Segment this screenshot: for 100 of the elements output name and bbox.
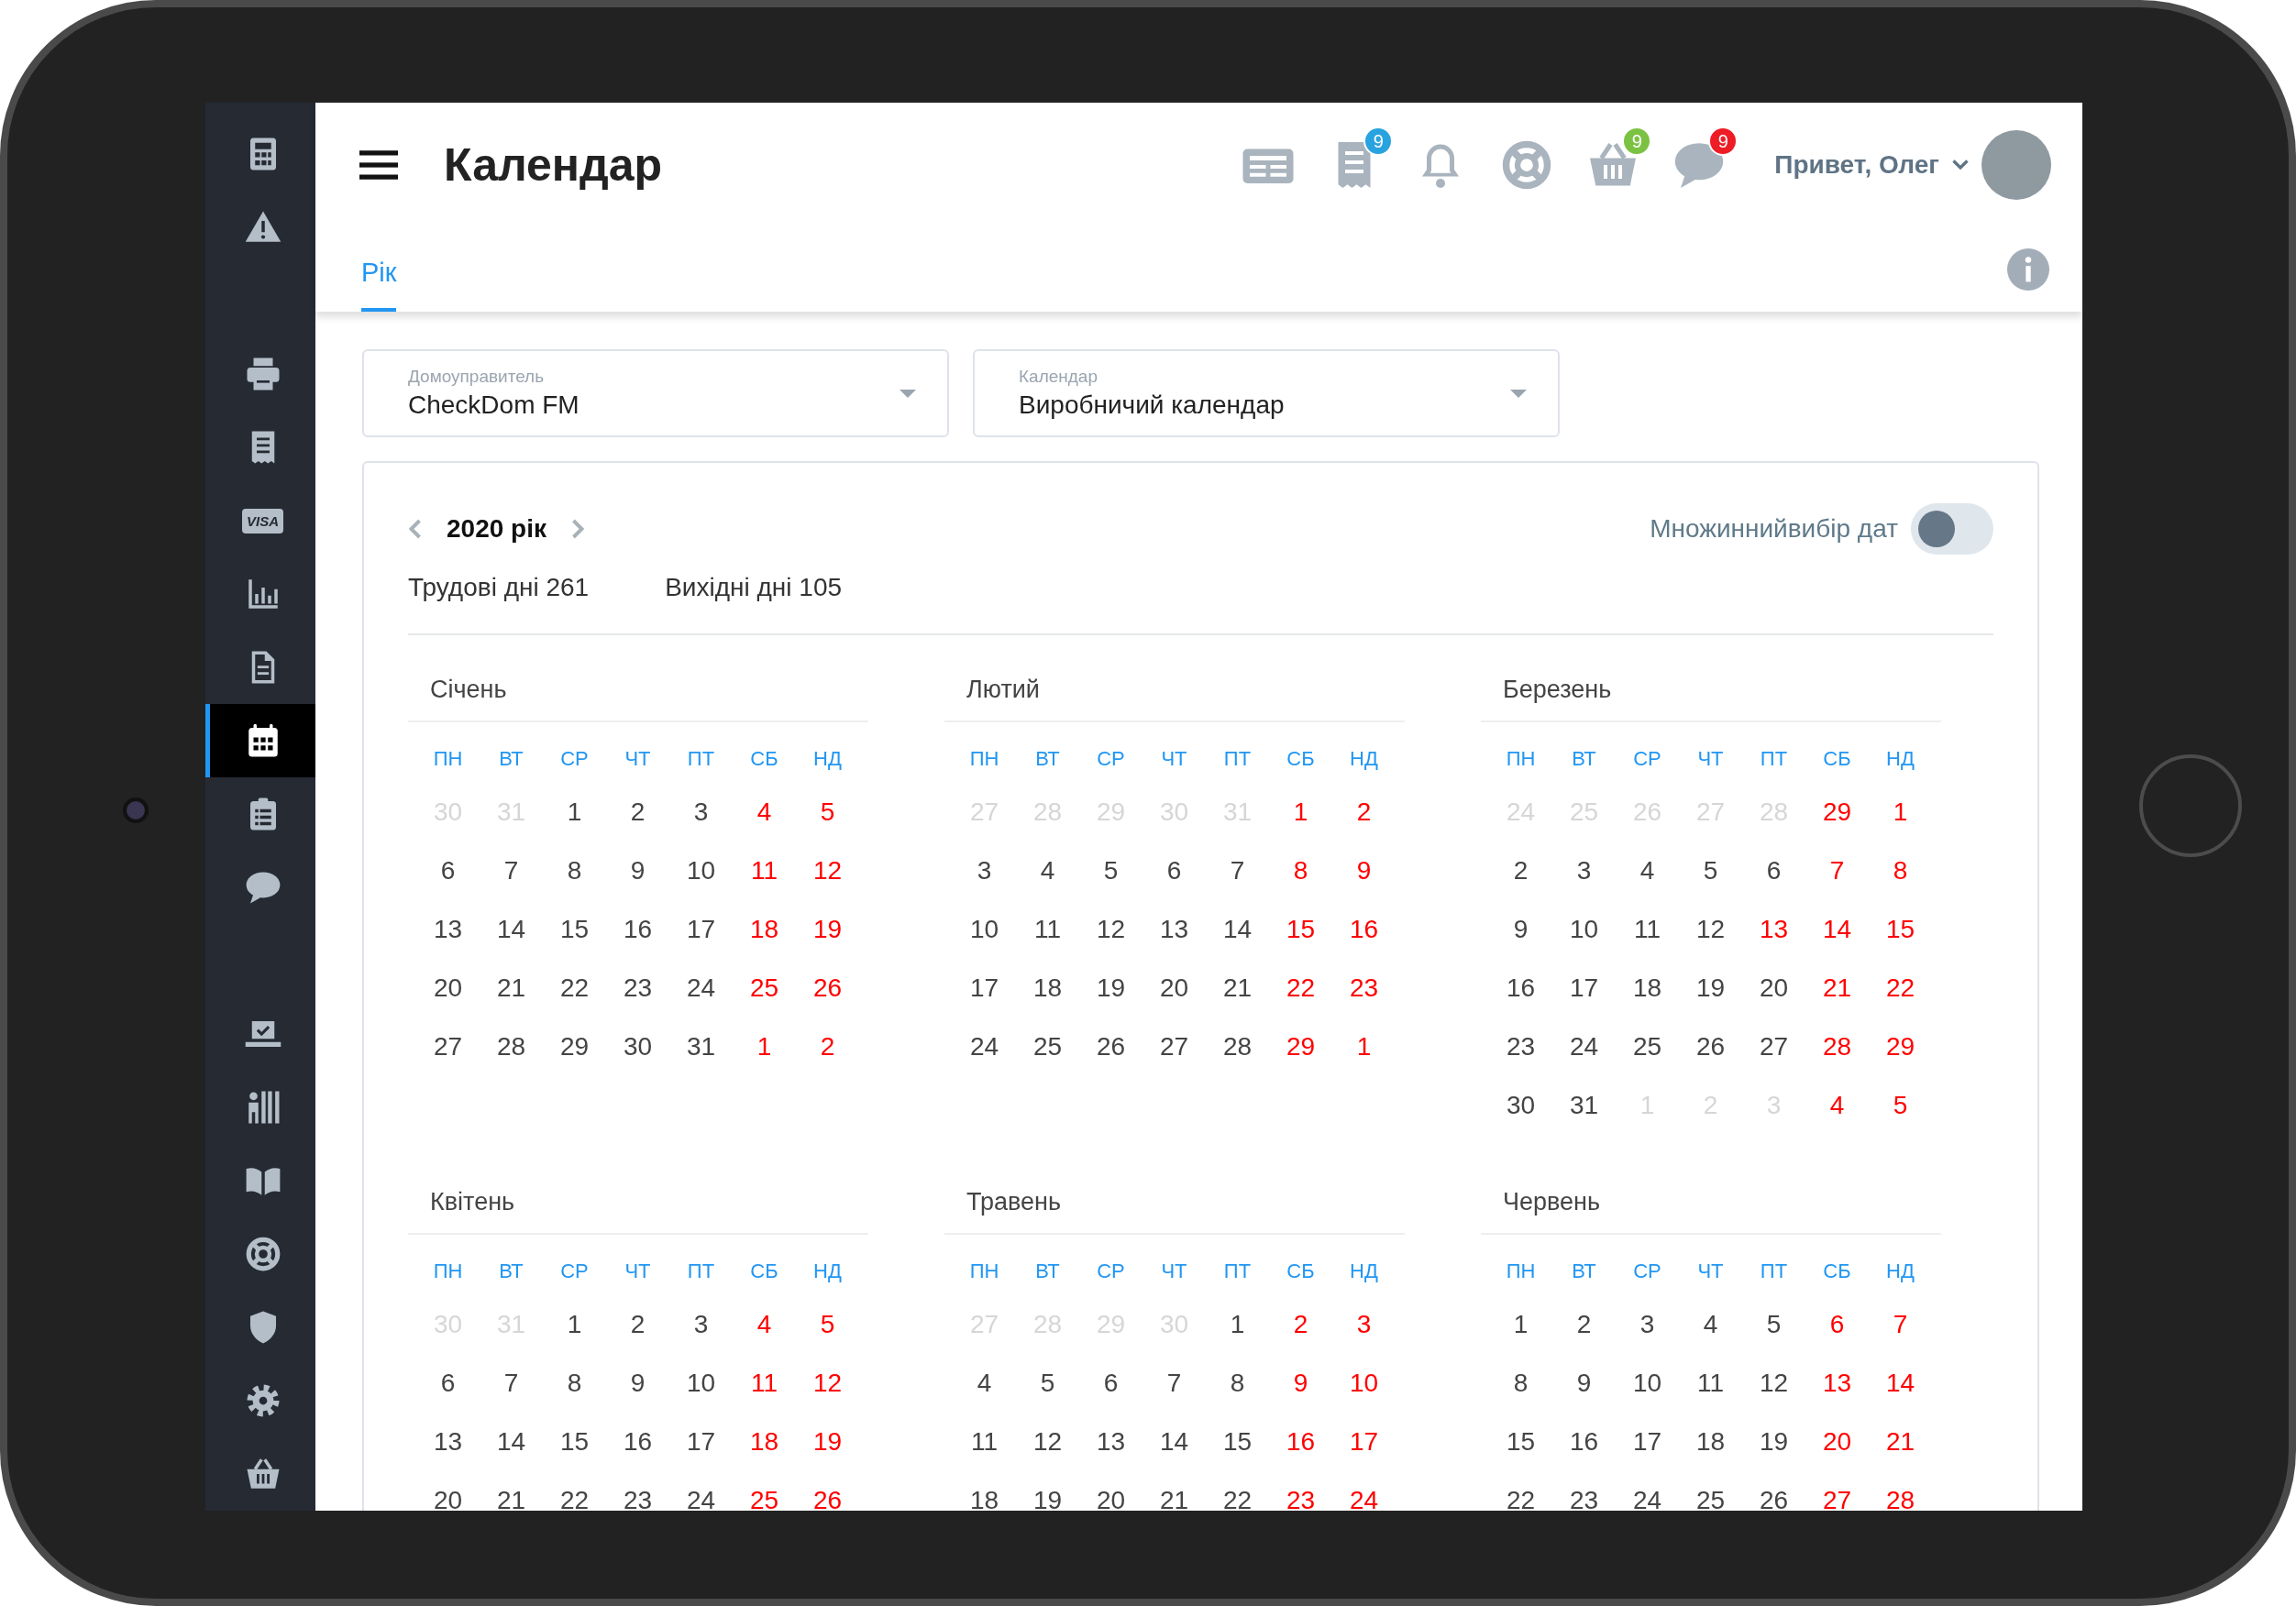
calendar-day[interactable]: 22 [543, 1471, 606, 1511]
calendar-day[interactable]: 25 [1616, 1018, 1679, 1076]
calendar-day[interactable]: 23 [606, 1471, 669, 1511]
calendar-day[interactable]: 25 [733, 959, 796, 1018]
calendar-day[interactable]: 25 [1679, 1471, 1742, 1511]
select-field[interactable]: Календар Виробничий календар [973, 349, 1560, 437]
calendar-day[interactable]: 9 [1332, 842, 1396, 900]
calendar-day[interactable]: 12 [796, 842, 859, 900]
calendar-day[interactable]: 26 [796, 959, 859, 1018]
calendar-day[interactable]: 2 [606, 783, 669, 842]
calendar-day[interactable]: 5 [1679, 842, 1742, 900]
calendar-day[interactable]: 19 [1742, 1413, 1805, 1471]
calendar-day[interactable]: 1 [1269, 783, 1332, 842]
calendar-day[interactable]: 23 [1489, 1018, 1552, 1076]
calendar-day[interactable]: 25 [733, 1471, 796, 1511]
calendar-day[interactable]: 5 [1079, 842, 1142, 900]
calendar-day[interactable]: 9 [1552, 1354, 1616, 1413]
calendar-day[interactable]: 3 [953, 842, 1016, 900]
calendar-day[interactable]: 21 [1206, 959, 1269, 1018]
calendar-day[interactable]: 11 [1016, 900, 1079, 959]
calendar-day[interactable]: 21 [480, 959, 543, 1018]
calendar-day[interactable]: 2 [1332, 783, 1396, 842]
calendar-day[interactable]: 9 [1269, 1354, 1332, 1413]
calendar-day[interactable]: 12 [1016, 1413, 1079, 1471]
user-greeting[interactable]: Привет, Олег [1774, 150, 1939, 180]
calendar-day[interactable]: 15 [1206, 1413, 1269, 1471]
calendar-day[interactable]: 14 [1805, 900, 1869, 959]
calendar-day[interactable]: 3 [1616, 1295, 1679, 1354]
calendar-day[interactable]: 11 [953, 1413, 1016, 1471]
calendar-day[interactable]: 19 [1016, 1471, 1079, 1511]
calendar-day[interactable]: 6 [1742, 842, 1805, 900]
calendar-day[interactable]: 17 [669, 1413, 733, 1471]
calendar-day[interactable]: 10 [1552, 900, 1616, 959]
calendar-day[interactable]: 31 [669, 1018, 733, 1076]
calendar-day[interactable]: 8 [1206, 1354, 1269, 1413]
calendar-day[interactable]: 27 [1142, 1018, 1206, 1076]
calendar-day[interactable]: 26 [1742, 1471, 1805, 1511]
calendar-day[interactable]: 11 [733, 1354, 796, 1413]
calendar-day[interactable]: 8 [543, 1354, 606, 1413]
calendar-day[interactable]: 19 [1679, 959, 1742, 1018]
calendar-day[interactable]: 26 [796, 1471, 859, 1511]
calendar-day[interactable]: 8 [1869, 842, 1932, 900]
calendar-day[interactable]: 20 [1805, 1413, 1869, 1471]
calendar-day[interactable]: 1 [543, 783, 606, 842]
calendar-day[interactable]: 1 [1206, 1295, 1269, 1354]
calendar-day[interactable]: 16 [1552, 1413, 1616, 1471]
calendar-day[interactable]: 19 [1079, 959, 1142, 1018]
calendar-day[interactable]: 30 [606, 1018, 669, 1076]
calendar-day[interactable]: 2 [606, 1295, 669, 1354]
calendar-day[interactable]: 12 [1679, 900, 1742, 959]
calendar-day[interactable]: 23 [606, 959, 669, 1018]
calendar-day[interactable]: 18 [1616, 959, 1679, 1018]
calendar-day[interactable]: 10 [953, 900, 1016, 959]
calendar-day[interactable]: 28 [1206, 1018, 1269, 1076]
calendar-day[interactable]: 13 [1742, 900, 1805, 959]
calendar-day[interactable]: 4 [733, 783, 796, 842]
calendar-day[interactable]: 9 [606, 842, 669, 900]
calendar-day[interactable]: 22 [543, 959, 606, 1018]
calendar-day[interactable]: 15 [1269, 900, 1332, 959]
calendar-day[interactable]: 12 [1079, 900, 1142, 959]
calendar-day[interactable]: 28 [480, 1018, 543, 1076]
calendar-day[interactable]: 20 [1142, 959, 1206, 1018]
calendar-day[interactable]: 24 [1616, 1471, 1679, 1511]
calendar-day[interactable]: 31 [1552, 1076, 1616, 1135]
calendar-day[interactable]: 24 [1332, 1471, 1396, 1511]
calendar-day[interactable]: 7 [1805, 842, 1869, 900]
calendar-day[interactable]: 18 [733, 900, 796, 959]
calendar-day[interactable]: 10 [669, 842, 733, 900]
calendar-day[interactable]: 16 [1489, 959, 1552, 1018]
chevron-down-icon[interactable] [1952, 160, 1969, 170]
calendar-day[interactable]: 11 [733, 842, 796, 900]
calendar-day[interactable]: 13 [1142, 900, 1206, 959]
calendar-day[interactable]: 9 [1489, 900, 1552, 959]
calendar-day[interactable]: 28 [1869, 1471, 1932, 1511]
calendar-day[interactable]: 21 [1869, 1413, 1932, 1471]
calendar-day[interactable]: 13 [1805, 1354, 1869, 1413]
calendar-day[interactable]: 6 [1142, 842, 1206, 900]
calendar-day[interactable]: 24 [1552, 1018, 1616, 1076]
calendar-day[interactable]: 13 [416, 1413, 480, 1471]
calendar-day[interactable]: 26 [1679, 1018, 1742, 1076]
calendar-day[interactable]: 21 [480, 1471, 543, 1511]
toggle-switch[interactable] [1911, 503, 1993, 555]
calendar-day[interactable]: 29 [1805, 783, 1869, 842]
calendar-day[interactable]: 24 [669, 959, 733, 1018]
calendar-day[interactable]: 27 [416, 1018, 480, 1076]
calendar-day[interactable]: 28 [1805, 1018, 1869, 1076]
calendar-day[interactable]: 29 [543, 1018, 606, 1076]
calendar-day[interactable]: 16 [606, 1413, 669, 1471]
calendar-day[interactable]: 4 [1616, 842, 1679, 900]
calendar-day[interactable]: 3 [669, 1295, 733, 1354]
calendar-day[interactable]: 11 [1616, 900, 1679, 959]
calendar-day[interactable]: 13 [1079, 1413, 1142, 1471]
calendar-day[interactable]: 25 [1016, 1018, 1079, 1076]
calendar-day[interactable]: 1 [1332, 1018, 1396, 1076]
calendar-day[interactable]: 17 [1332, 1413, 1396, 1471]
calendar-day[interactable]: 11 [1679, 1354, 1742, 1413]
calendar-day[interactable]: 12 [1742, 1354, 1805, 1413]
calendar-day[interactable]: 3 [1332, 1295, 1396, 1354]
calendar-day[interactable]: 14 [1869, 1354, 1932, 1413]
calendar-day[interactable]: 19 [796, 900, 859, 959]
